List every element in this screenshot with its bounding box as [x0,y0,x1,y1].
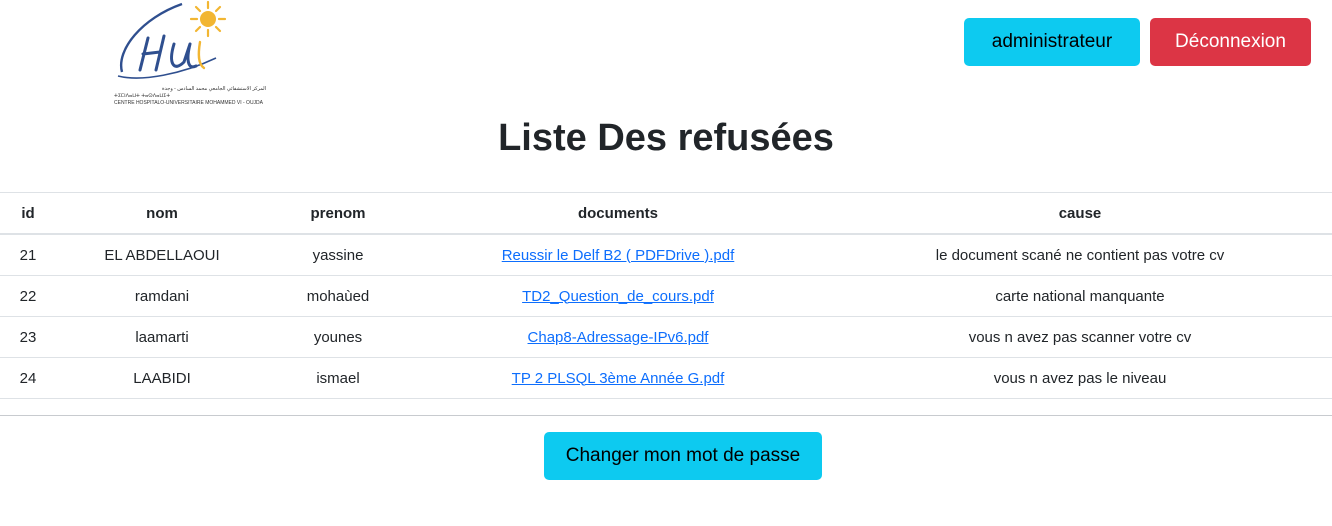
page-title: Liste Des refusées [498,117,834,159]
logo-caption-tifinagh: ⵜⵉⵎⵏⴷⴰⵡⵜ ⵜⴰⵙⴷⴰⵡⵉⵜ [114,93,171,99]
cell-document: TP 2 PLSQL 3ème Année G.pdf [408,357,828,399]
document-link[interactable]: Chap8-Adressage-IPv6.pdf [528,329,709,346]
table-body: 21 EL ABDELLAOUI yassine Reussir le Delf… [0,233,1332,399]
column-header-id: id [0,192,56,235]
cell-nom: LAABIDI [56,357,268,399]
table-header: id nom prenom documents cause [0,192,1332,235]
cell-document: Chap8-Adressage-IPv6.pdf [408,316,828,358]
header: المركز الاستشفائي الجامعي محمد السادس - … [0,0,1332,112]
cell-prenom: ismael [268,357,408,399]
cell-cause: carte national manquante [828,275,1332,317]
cell-id: 22 [0,275,56,317]
table-row: 22 ramdani mohaùed TD2_Question_de_cours… [0,275,1332,317]
cell-id: 24 [0,357,56,399]
column-header-nom: nom [56,192,268,235]
table-row: 21 EL ABDELLAOUI yassine Reussir le Delf… [0,233,1332,276]
refused-table: id nom prenom documents cause 21 EL ABDE… [0,192,1332,399]
cell-prenom: yassine [268,233,408,276]
refused-table-container: id nom prenom documents cause 21 EL ABDE… [0,192,1332,399]
admin-button[interactable]: administrateur [964,18,1140,66]
cell-id: 21 [0,233,56,276]
cell-prenom: mohaùed [268,275,408,317]
cell-nom: laamarti [56,316,268,358]
document-link[interactable]: TD2_Question_de_cours.pdf [522,288,714,305]
logout-button[interactable]: Déconnexion [1150,18,1311,66]
column-header-cause: cause [828,192,1332,235]
logo-caption-arabic: المركز الاستشفائي الجامعي محمد السادس - … [162,86,267,92]
table-row: 23 laamarti younes Chap8-Adressage-IPv6.… [0,316,1332,358]
table-header-row: id nom prenom documents cause [0,192,1332,235]
cell-id: 23 [0,316,56,358]
cell-document: Reussir le Delf B2 ( PDFDrive ).pdf [408,233,828,276]
chu-logo-mark-icon [117,0,227,79]
chu-logo: المركز الاستشفائي الجامعي محمد السادس - … [112,0,266,112]
cell-document: TD2_Question_de_cours.pdf [408,275,828,317]
footer-divider [0,415,1332,416]
cell-nom: ramdani [56,275,268,317]
change-password-button[interactable]: Changer mon mot de passe [544,432,822,480]
table-row: 24 LAABIDI ismael TP 2 PLSQL 3ème Année … [0,357,1332,399]
cell-cause: vous n avez pas scanner votre cv [828,316,1332,358]
column-header-documents: documents [408,192,828,235]
document-link[interactable]: TP 2 PLSQL 3ème Année G.pdf [512,370,725,387]
cell-cause: le document scané ne contient pas votre … [828,233,1332,276]
logo-caption-french: CENTRE HOSPITALO-UNIVERSITAIRE MOHAMMED … [114,100,263,106]
document-link[interactable]: Reussir le Delf B2 ( PDFDrive ).pdf [502,247,735,264]
cell-prenom: younes [268,316,408,358]
column-header-prenom: prenom [268,192,408,235]
cell-cause: vous n avez pas le niveau [828,357,1332,399]
cell-nom: EL ABDELLAOUI [56,233,268,276]
